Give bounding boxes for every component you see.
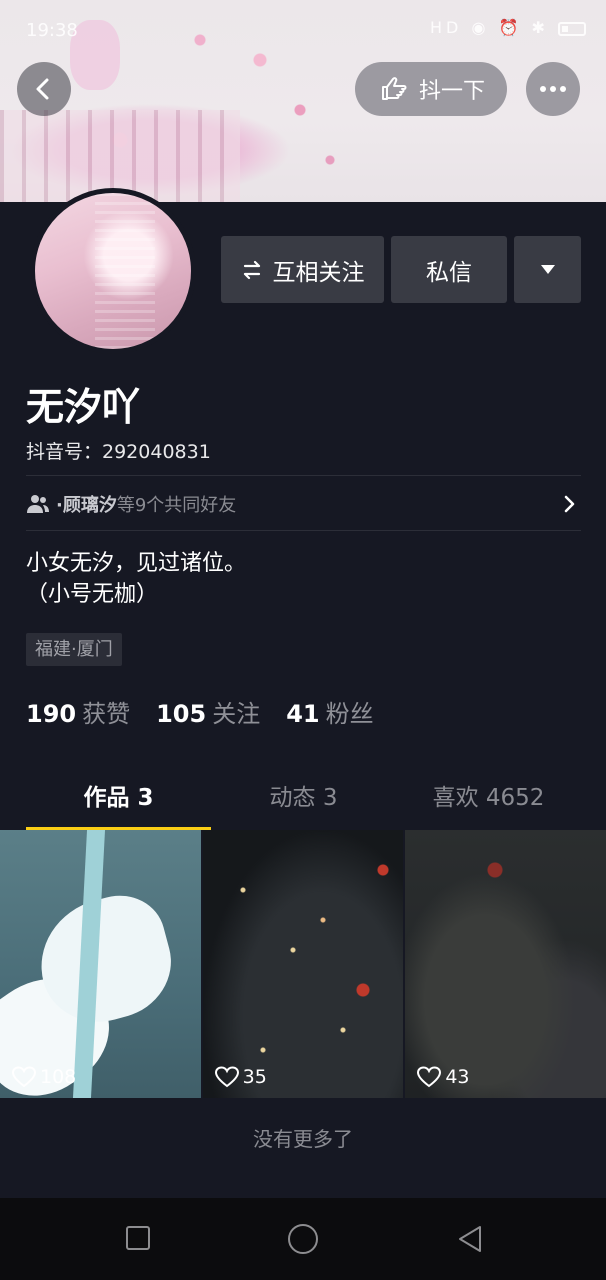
douyin-id: 抖音号：292040831 bbox=[26, 441, 211, 463]
status-bar: 19:38 HD ◉ ⏰ ✱ bbox=[0, 0, 606, 56]
avatar[interactable] bbox=[30, 188, 196, 354]
likes-count: 43 bbox=[445, 1066, 470, 1088]
stat-following[interactable]: 105 关注 bbox=[156, 694, 260, 729]
stat-value: 41 bbox=[286, 700, 320, 728]
video-thumbnail[interactable]: 35 bbox=[202, 830, 404, 1098]
profile-name: 无汐吖 bbox=[26, 385, 141, 429]
message-label: 私信 bbox=[426, 259, 472, 286]
stat-label: 粉丝 bbox=[325, 700, 374, 728]
chevron-left-icon bbox=[36, 78, 49, 100]
people-icon bbox=[27, 495, 49, 513]
stat-label: 关注 bbox=[212, 700, 261, 728]
profile-stats: 190 获赞 105 关注 41 粉丝 bbox=[26, 694, 374, 729]
battery-icon bbox=[558, 21, 586, 36]
status-indicators: HD ◉ ⏰ ✱ bbox=[430, 18, 549, 37]
divider bbox=[26, 530, 581, 531]
stat-value: 105 bbox=[156, 700, 207, 728]
heart-icon bbox=[214, 1066, 239, 1088]
tab-dynamics[interactable]: 动态 3 bbox=[211, 770, 396, 830]
back-triangle-icon[interactable] bbox=[456, 1224, 484, 1254]
likes-count: 35 bbox=[242, 1066, 267, 1088]
stat-label: 获赞 bbox=[82, 700, 131, 728]
tab-works[interactable]: 作品 3 bbox=[26, 770, 211, 830]
heart-icon bbox=[417, 1066, 442, 1088]
home-icon[interactable] bbox=[288, 1224, 318, 1254]
mutual-friend-name: ·顾璃汐 bbox=[56, 495, 117, 516]
mutual-friends-row[interactable]: ·顾璃汐 等9个共同好友 bbox=[26, 488, 581, 520]
video-likes: 35 bbox=[214, 1066, 267, 1088]
stat-followers[interactable]: 41 粉丝 bbox=[286, 694, 373, 729]
mutual-follow-label: 互相关注 bbox=[272, 259, 365, 286]
video-thumbnail[interactable]: 43 bbox=[405, 830, 606, 1098]
chevron-right-icon bbox=[564, 495, 575, 513]
divider bbox=[26, 475, 581, 476]
recent-apps-icon[interactable] bbox=[126, 1226, 150, 1250]
status-icons: HD ◉ ⏰ ✱ bbox=[430, 18, 586, 37]
video-likes: 108 bbox=[12, 1066, 76, 1088]
bio-line: 小女无汐，见过诸位。 bbox=[26, 551, 247, 576]
video-grid: 108 35 43 bbox=[0, 830, 606, 1098]
more-dot-icon bbox=[550, 86, 556, 92]
mutual-follow-button[interactable]: 互相关注 bbox=[221, 236, 384, 303]
caret-down-icon bbox=[540, 265, 555, 274]
likes-count: 108 bbox=[40, 1066, 77, 1088]
video-likes: 43 bbox=[417, 1066, 470, 1088]
more-dot-icon bbox=[540, 86, 546, 92]
poke-button[interactable]: 抖一下 bbox=[355, 62, 507, 116]
profile-bio: 小女无汐，见过诸位。 （小号无枷） bbox=[26, 548, 246, 610]
recommend-dropdown-button[interactable] bbox=[514, 236, 581, 303]
system-navigation-bar bbox=[0, 1198, 606, 1280]
tab-likes[interactable]: 喜欢 4652 bbox=[396, 770, 581, 830]
stat-value: 190 bbox=[26, 700, 77, 728]
more-dot-icon bbox=[560, 86, 566, 92]
heart-icon bbox=[12, 1066, 36, 1088]
location-tag: 福建·厦门 bbox=[26, 633, 122, 666]
video-thumbnail[interactable]: 108 bbox=[0, 830, 201, 1098]
swap-arrows-icon bbox=[243, 260, 260, 279]
poke-label: 抖一下 bbox=[418, 79, 485, 104]
bio-line: （小号无枷） bbox=[26, 582, 159, 607]
stat-likes: 190 获赞 bbox=[26, 694, 130, 729]
content-tabs: 作品 3 动态 3 喜欢 4652 bbox=[26, 770, 581, 830]
more-options-button[interactable] bbox=[526, 62, 580, 116]
status-time: 19:38 bbox=[26, 20, 78, 41]
message-button[interactable]: 私信 bbox=[391, 236, 507, 303]
mutual-friends-count: 等9个共同好友 bbox=[116, 495, 237, 516]
pointing-hand-icon bbox=[381, 77, 407, 100]
back-button[interactable] bbox=[17, 62, 71, 116]
no-more-text: 没有更多了 bbox=[0, 1098, 606, 1198]
